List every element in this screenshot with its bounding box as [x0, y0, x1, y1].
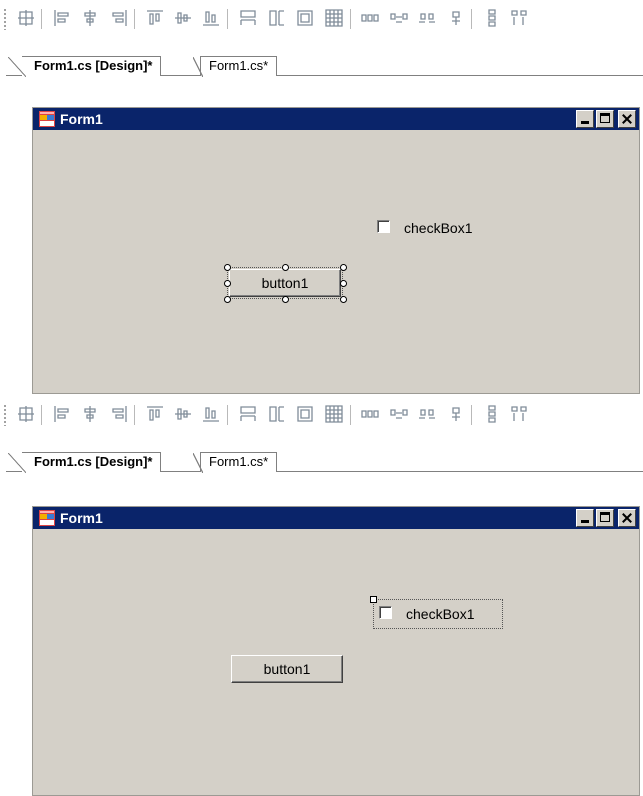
- align-tops-icon[interactable]: [145, 8, 165, 28]
- tab-form1-design[interactable]: Form1.cs [Design]*: [7, 452, 162, 473]
- resize-handle[interactable]: [339, 263, 347, 271]
- toolbar-separator: [350, 9, 351, 29]
- toolbar-separator: [471, 9, 472, 29]
- make-same-height-icon[interactable]: [267, 8, 287, 28]
- make-same-size-icon[interactable]: [295, 404, 315, 424]
- align-middles-icon[interactable]: [173, 404, 193, 424]
- align-lefts-icon[interactable]: [52, 404, 72, 424]
- checkbox1[interactable]: checkBox1: [377, 219, 497, 237]
- form-title: Form1: [60, 510, 103, 526]
- resize-handle[interactable]: [281, 295, 289, 303]
- maximize-button[interactable]: [596, 509, 614, 527]
- move-handle[interactable]: [370, 596, 377, 603]
- align-bottoms-icon[interactable]: [201, 8, 221, 28]
- form-titlebar[interactable]: Form1: [33, 108, 639, 130]
- caption-buttons: [576, 110, 636, 128]
- align-to-grid-icon[interactable]: [16, 8, 36, 28]
- make-same-width-icon[interactable]: [238, 404, 258, 424]
- align-tops-icon[interactable]: [145, 404, 165, 424]
- size-to-grid-icon[interactable]: [324, 8, 344, 28]
- layout-toolbar: [0, 0, 643, 38]
- resize-handle[interactable]: [339, 295, 347, 303]
- resize-handle[interactable]: [281, 263, 289, 271]
- toolbar-grip[interactable]: [3, 8, 7, 30]
- form-title: Form1: [60, 111, 103, 127]
- form-app-icon: [39, 111, 55, 127]
- increase-vertical-spacing-icon[interactable]: [509, 8, 529, 28]
- form-app-icon: [39, 510, 55, 526]
- increase-horizontal-spacing-icon[interactable]: [389, 8, 409, 28]
- align-rights-icon[interactable]: [109, 8, 129, 28]
- make-vertical-spacing-equal-icon[interactable]: [482, 404, 502, 424]
- toolbar-separator: [227, 9, 228, 29]
- align-lefts-icon[interactable]: [52, 8, 72, 28]
- checkbox1-box[interactable]: [379, 606, 392, 619]
- caption-buttons: [576, 509, 636, 527]
- toolbar-separator: [471, 405, 472, 425]
- make-same-size-icon[interactable]: [295, 8, 315, 28]
- make-vertical-spacing-equal-icon[interactable]: [482, 8, 502, 28]
- toolbar-separator: [41, 405, 42, 425]
- button1[interactable]: button1: [229, 269, 341, 297]
- align-middles-icon[interactable]: [173, 8, 193, 28]
- align-to-grid-icon[interactable]: [16, 404, 36, 424]
- toolbar-separator: [134, 405, 135, 425]
- make-same-width-icon[interactable]: [238, 8, 258, 28]
- remove-horizontal-spacing-icon[interactable]: [446, 404, 466, 424]
- designer-form[interactable]: Form1 checkBox1 button1: [32, 107, 640, 394]
- increase-horizontal-spacing-icon[interactable]: [389, 404, 409, 424]
- decrease-horizontal-spacing-icon[interactable]: [417, 8, 437, 28]
- design-surface: Form1 checkBox1 button1: [0, 76, 643, 396]
- designer-panel-top: Form1.cs [Design]* Form1.cs* Form1 checkBox…: [0, 0, 643, 396]
- resize-handle[interactable]: [223, 263, 231, 271]
- toolbar-separator: [41, 9, 42, 29]
- toolbar-separator: [227, 405, 228, 425]
- designer-panel-bottom: Form1.cs [Design]* Form1.cs* Form1 checkBox…: [0, 396, 643, 796]
- close-button[interactable]: [618, 509, 636, 527]
- maximize-button[interactable]: [596, 110, 614, 128]
- make-same-height-icon[interactable]: [267, 404, 287, 424]
- align-centers-icon[interactable]: [80, 404, 100, 424]
- align-rights-icon[interactable]: [109, 404, 129, 424]
- checkbox1[interactable]: checkBox1: [379, 605, 499, 623]
- resize-handle[interactable]: [223, 279, 231, 287]
- decrease-horizontal-spacing-icon[interactable]: [417, 404, 437, 424]
- remove-horizontal-spacing-icon[interactable]: [446, 8, 466, 28]
- size-to-grid-icon[interactable]: [324, 404, 344, 424]
- toolbar-grip[interactable]: [3, 404, 7, 426]
- button1[interactable]: button1: [231, 655, 343, 683]
- tab-form1-code[interactable]: Form1.cs*: [192, 452, 278, 473]
- increase-vertical-spacing-icon[interactable]: [509, 404, 529, 424]
- resize-handle[interactable]: [223, 295, 231, 303]
- design-surface: Form1 checkBox1 button1: [0, 472, 643, 796]
- designer-form[interactable]: Form1 checkBox1 button1: [32, 506, 640, 796]
- close-button[interactable]: [618, 110, 636, 128]
- form-titlebar[interactable]: Form1: [33, 507, 639, 529]
- toolbar-separator: [134, 9, 135, 29]
- make-horizontal-spacing-equal-icon[interactable]: [360, 404, 380, 424]
- tab-form1-design[interactable]: Form1.cs [Design]*: [7, 56, 162, 77]
- minimize-button[interactable]: [576, 509, 594, 527]
- minimize-button[interactable]: [576, 110, 594, 128]
- checkbox1-box[interactable]: [377, 220, 390, 233]
- toolbar-separator: [350, 405, 351, 425]
- tab-form1-code[interactable]: Form1.cs*: [192, 56, 278, 77]
- make-horizontal-spacing-equal-icon[interactable]: [360, 8, 380, 28]
- align-centers-icon[interactable]: [80, 8, 100, 28]
- align-bottoms-icon[interactable]: [201, 404, 221, 424]
- checkbox1-label: checkBox1: [406, 606, 475, 622]
- resize-handle[interactable]: [339, 279, 347, 287]
- layout-toolbar: [0, 396, 643, 434]
- checkbox1-label: checkBox1: [404, 220, 473, 236]
